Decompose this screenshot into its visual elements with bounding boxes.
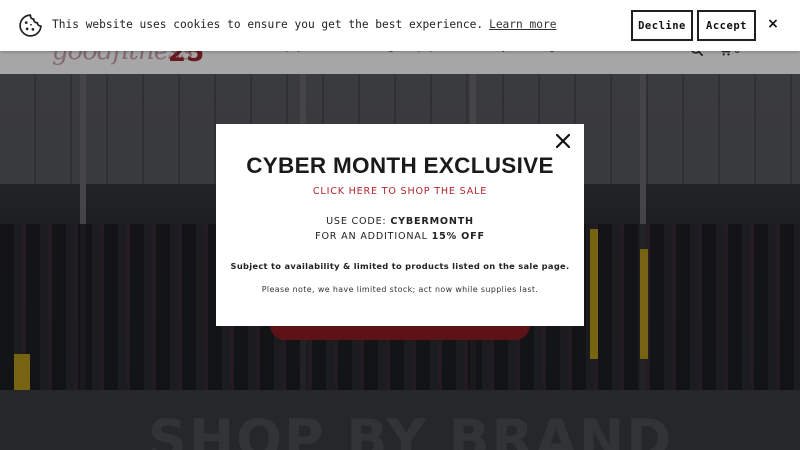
cookie-close-button[interactable]: × bbox=[766, 15, 780, 33]
accept-button[interactable]: Accept bbox=[697, 10, 756, 41]
cookie-banner: This website uses cookies to ensure you … bbox=[0, 0, 800, 51]
shop-sale-link[interactable]: CLICK HERE TO SHOP THE SALE bbox=[216, 186, 584, 197]
modal-title: CYBER MONTH EXCLUSIVE bbox=[246, 153, 554, 178]
decline-button[interactable]: Decline bbox=[631, 10, 693, 41]
cookie-message-text: This website uses cookies to ensure you … bbox=[52, 18, 484, 31]
learn-more-link[interactable]: Learn more bbox=[489, 18, 556, 31]
close-icon[interactable] bbox=[552, 130, 574, 152]
stock-note: Please note, we have limited stock; act … bbox=[261, 285, 539, 294]
availability-note: Subject to availability & limited to pro… bbox=[230, 261, 570, 271]
discount-amount: 15% OFF bbox=[431, 231, 485, 242]
cookie-message: This website uses cookies to ensure you … bbox=[52, 18, 556, 31]
promo-code: CYBERMONTH bbox=[390, 216, 474, 227]
cookie-icon bbox=[19, 14, 42, 37]
promo-code-label: USE CODE: bbox=[326, 216, 391, 227]
promo-code-line: USE CODE: CYBERMONTH bbox=[216, 216, 584, 227]
discount-line: FOR AN ADDITIONAL 15% OFF bbox=[216, 231, 584, 242]
discount-label: FOR AN ADDITIONAL bbox=[315, 231, 432, 242]
